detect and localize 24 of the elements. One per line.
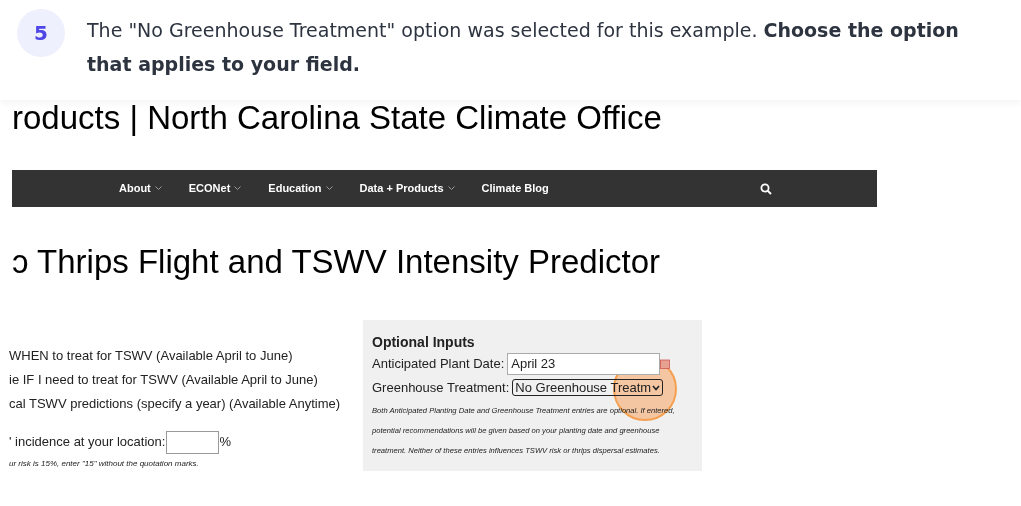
greenhouse-select[interactable]: No Greenhouse Treatm [512, 379, 664, 397]
greenhouse-label: Greenhouse Treatment: [372, 379, 510, 397]
option-text: cal TSWV predictions (specify a year) (Available Anytime) [9, 395, 342, 413]
plant-date-label: Anticipated Plant Date: [372, 355, 505, 374]
incidence-input[interactable] [166, 430, 220, 454]
nav-link[interactable]: Education [268, 180, 333, 197]
option-text: ie IF I need to treat for TSWV (Available April to June) [9, 371, 319, 389]
chevron-icon [652, 384, 661, 391]
search-icon[interactable] [759, 182, 772, 195]
step-number: 5 [17, 9, 65, 57]
step-instruction: The "No Greenhouse Treatment" option was selected for this example. Choose the option that applies to your field. [87, 18, 960, 77]
incidence-label: ' incidence at your location: [9, 433, 166, 451]
nav-link[interactable]: Data + Products [359, 180, 455, 197]
incidence-hint: ur risk is 15%, enter "15" without the quotation marks. [9, 458, 200, 470]
percent-unit: % [219, 433, 231, 451]
calendar-icon[interactable] [660, 359, 671, 369]
panel-title: Optional Inputs [372, 333, 476, 351]
nav-link[interactable]: About [119, 180, 162, 197]
nav-link[interactable]: Climate Blog [481, 180, 549, 197]
plant-date-field[interactable]: April 23 [507, 353, 661, 375]
option-text: WHEN to treat for TSWV (Available April to June) [9, 347, 294, 365]
page-heading: ɔ Thrips Flight and TSWV Intensity Predictor [12, 242, 662, 282]
site-title: roducts | North Carolina State Climate Office [12, 98, 663, 138]
nav-link[interactable]: ECONet [188, 180, 242, 197]
